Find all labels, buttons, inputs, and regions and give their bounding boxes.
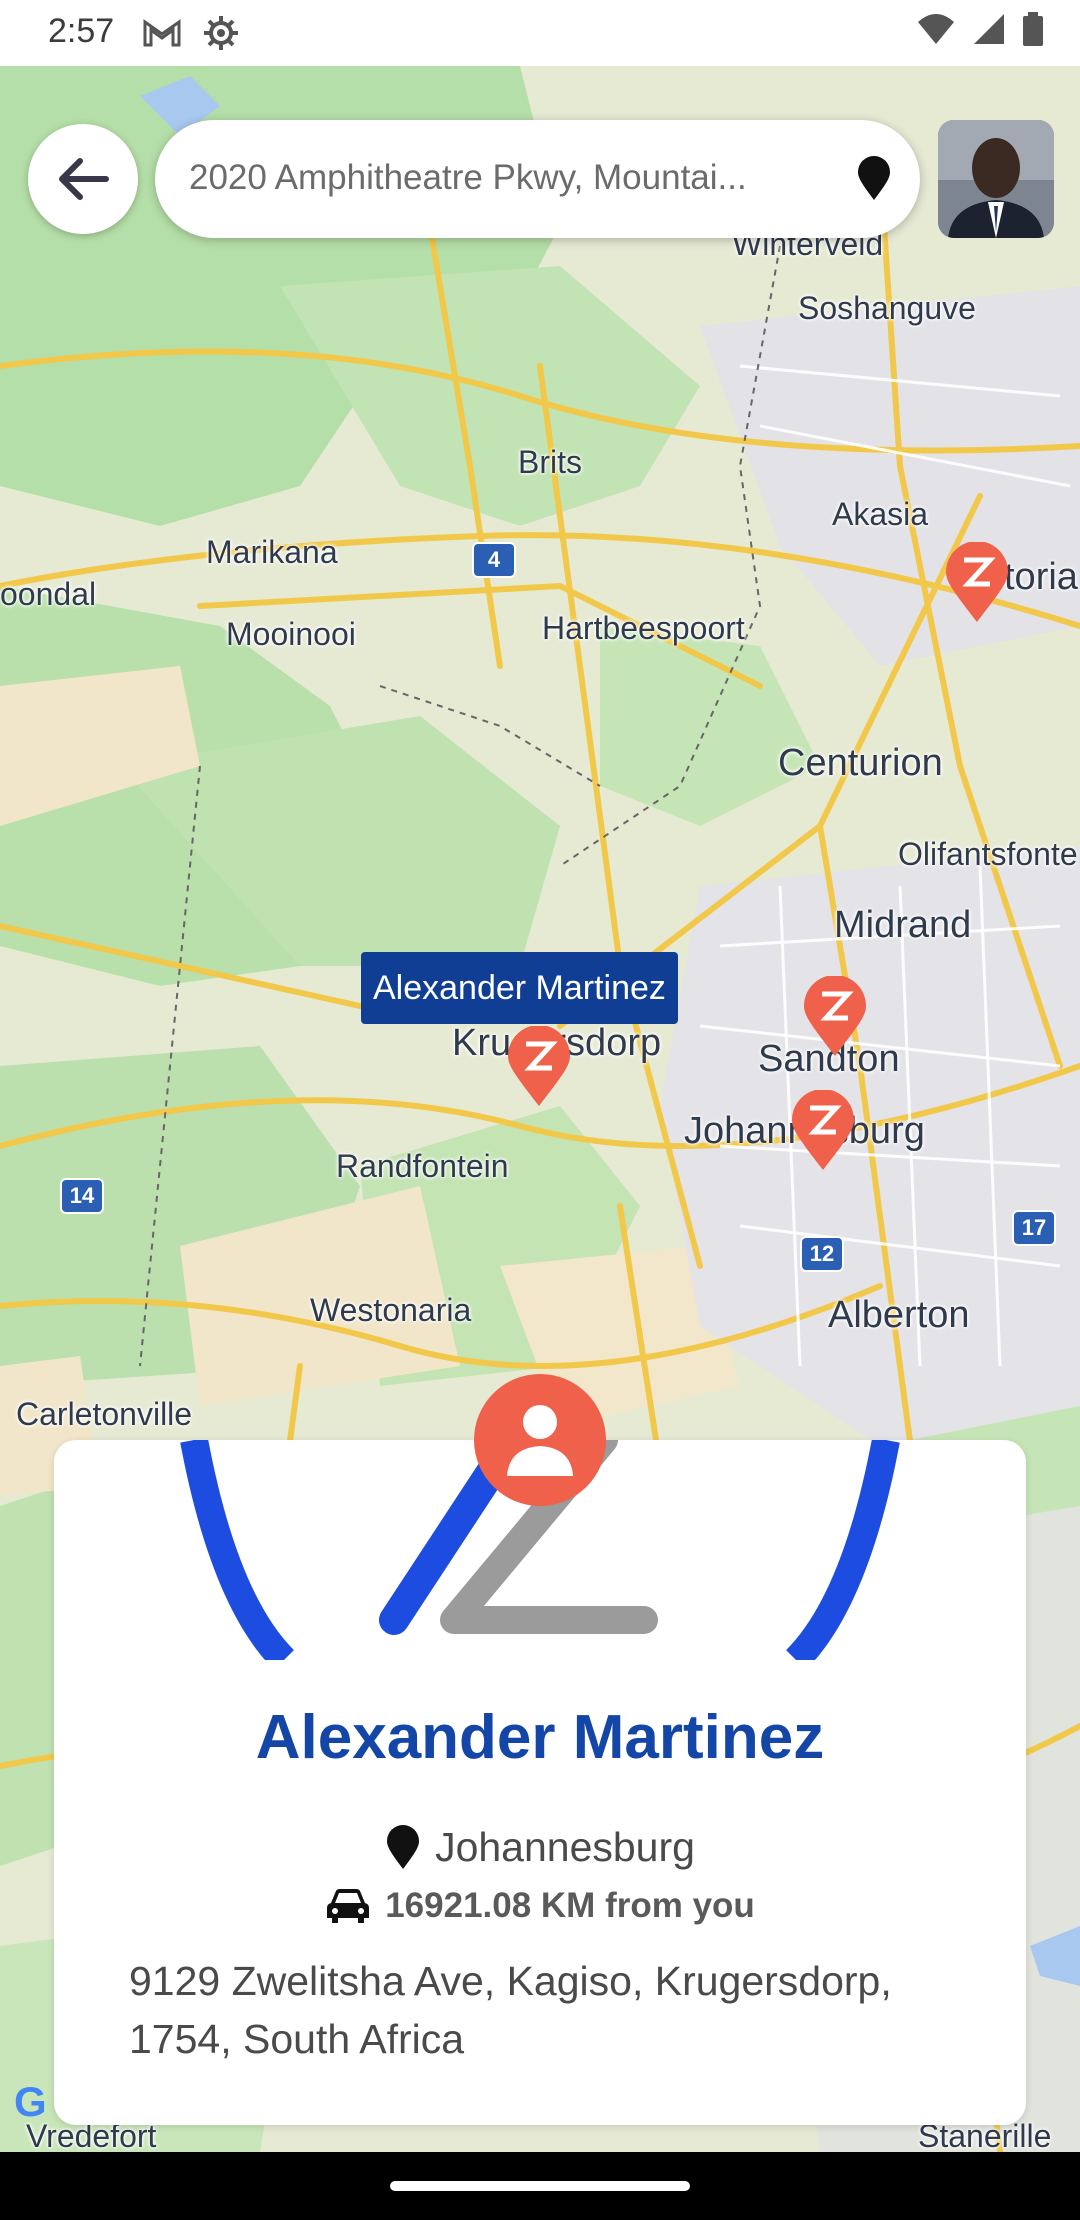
map-label: Centurion [778,742,943,784]
person-icon [507,1405,573,1476]
person-icon-button[interactable] [474,1374,606,1506]
user-avatar[interactable] [938,120,1054,238]
map-label: Randfontein [336,1148,509,1184]
provider-city: Johannesburg [435,1824,695,1870]
map-label: Akasia [832,496,929,532]
map-label: Carletonville [16,1396,193,1432]
map-label: Mooinooi [226,616,356,652]
road-shield: 4 [472,542,516,578]
arrow-left-icon [59,158,109,200]
provider-distance: 16921.08 KM from you [385,1886,755,1925]
home-gesture-handle[interactable] [390,2181,690,2191]
provider-name: Alexander Martinez [255,1703,825,1772]
map-label: Midrand [834,904,972,946]
gmail-icon [142,18,182,53]
car-icon [327,1889,370,1923]
provider-city-row: Johannesburg [54,1824,1026,1871]
marker-info-label[interactable]: Alexander Martinez [361,952,678,1024]
wifi-icon [916,12,956,51]
location-pin-icon [858,156,890,200]
back-button[interactable] [28,124,138,234]
road-shield: 12 [800,1236,844,1272]
map-label: oondal [0,576,97,612]
map-label: Westonaria [310,1292,472,1328]
map-marker-icon-selected[interactable] [506,1026,572,1108]
settings-icon [202,14,240,57]
map-label: toria [1004,556,1078,598]
provider-address: 9129 Zwelitsha Ave, Kagiso, Krugersdorp,… [129,1958,892,2062]
map-attribution: G [14,2078,47,2125]
road-shield: 17 [1012,1210,1056,1246]
address-search-text[interactable]: 2020 Amphitheatre Pkwy, Mountai... [189,158,829,198]
map-label: Olifantsfonte [898,836,1078,872]
provider-card[interactable]: Alexander Martinez Johannesburg 16921.08… [54,1440,1026,2125]
status-time: 2:57 [48,12,115,50]
map-label: Marikana [206,534,338,570]
status-bar: 2:57 [0,0,1080,66]
provider-distance-row: 16921.08 KM from you [54,1886,1026,1926]
signal-icon [972,12,1006,51]
location-pin-icon [387,1824,420,1869]
map-marker-icon[interactable] [790,1090,856,1172]
address-search-bar[interactable]: 2020 Amphitheatre Pkwy, Mountai... [155,120,920,238]
battery-icon [1022,12,1044,51]
map-label: Alberton [828,1294,970,1336]
map-label: Brits [518,444,582,480]
map-marker-icon[interactable] [944,542,1010,624]
map-label: Hartbeespoort [542,610,745,646]
road-shield: 14 [60,1178,104,1214]
avatar-image [938,120,1054,238]
map-marker-icon[interactable] [802,976,868,1058]
map-label: Soshanguve [798,290,976,326]
